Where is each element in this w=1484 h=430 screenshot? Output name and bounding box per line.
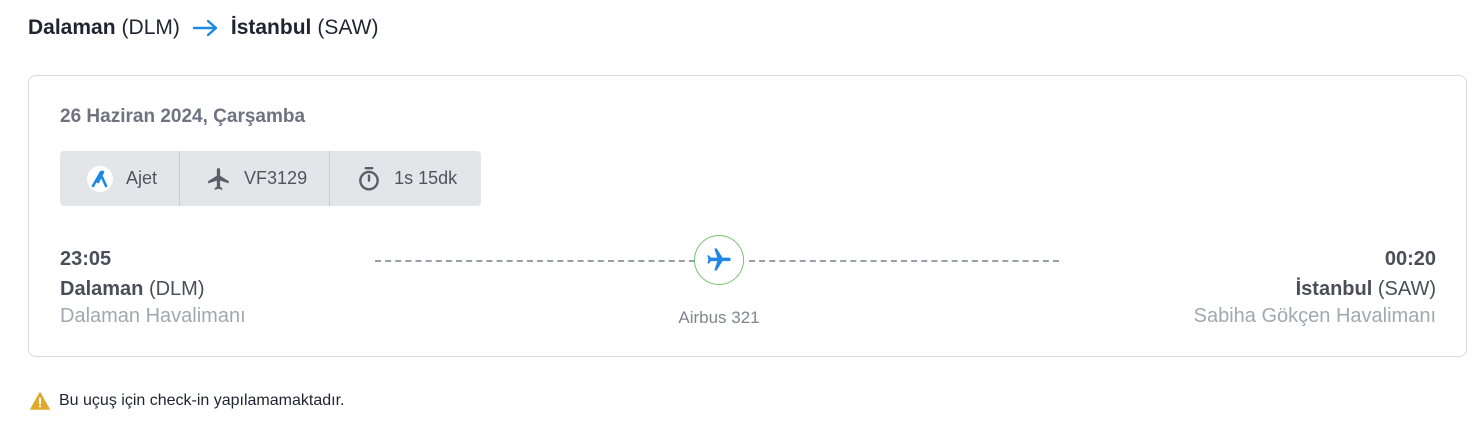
- flight-duration: 1s 15dk: [394, 168, 458, 188]
- arrival-city: İstanbul: [1295, 278, 1373, 300]
- route-line-right: [749, 260, 1059, 262]
- airline-info: Ajet: [60, 151, 179, 206]
- warning-icon: [30, 392, 50, 410]
- airline-name: Ajet: [126, 168, 158, 188]
- departure-city: Dalaman: [60, 278, 144, 300]
- aircraft-type: Airbus 321: [678, 308, 760, 327]
- arrival-time: 00:20: [1384, 248, 1436, 270]
- flight-number-info: VF3129: [179, 151, 329, 206]
- route-line-left: [375, 260, 695, 262]
- route-header: Dalaman (DLM) İstanbul (SAW): [28, 16, 378, 40]
- flight-number: VF3129: [244, 168, 308, 188]
- checkin-notice-text: Bu uçuş için check-in yapılamamaktadır.: [59, 392, 345, 409]
- departure-airport: Dalaman (DLM): [60, 278, 204, 301]
- plane-marker: [694, 235, 744, 285]
- route-destination-city: İstanbul: [230, 16, 312, 39]
- stopwatch-icon: [356, 166, 382, 192]
- arrival-airport: İstanbul (SAW): [1296, 278, 1436, 301]
- departure-airport-name: Dalaman Havalimanı: [60, 305, 246, 327]
- plane-icon: [707, 248, 731, 271]
- plane-icon: [206, 166, 232, 192]
- route-origin-code: (DLM): [121, 16, 180, 39]
- departure-code: (DLM): [148, 278, 205, 300]
- flight-date: 26 Haziran 2024, Çarşamba: [60, 106, 306, 127]
- route-destination-code: (SAW): [317, 16, 379, 39]
- checkin-notice: Bu uçuş için check-in yapılamamaktadır.: [30, 392, 344, 410]
- arrival-code: (SAW): [1377, 278, 1436, 300]
- flight-card: 26 Haziran 2024, Çarşamba Ajet VF3129 1s…: [28, 75, 1467, 357]
- departure-time: 23:05: [60, 248, 112, 270]
- flight-info-bar: Ajet VF3129 1s 15dk: [60, 151, 481, 206]
- arrow-right-icon: [192, 18, 220, 38]
- route-origin-city: Dalaman: [28, 16, 116, 39]
- ajet-logo-icon: [86, 165, 114, 193]
- arrival-airport-name: Sabiha Gökçen Havalimanı: [1193, 305, 1436, 327]
- duration-info: 1s 15dk: [329, 151, 479, 206]
